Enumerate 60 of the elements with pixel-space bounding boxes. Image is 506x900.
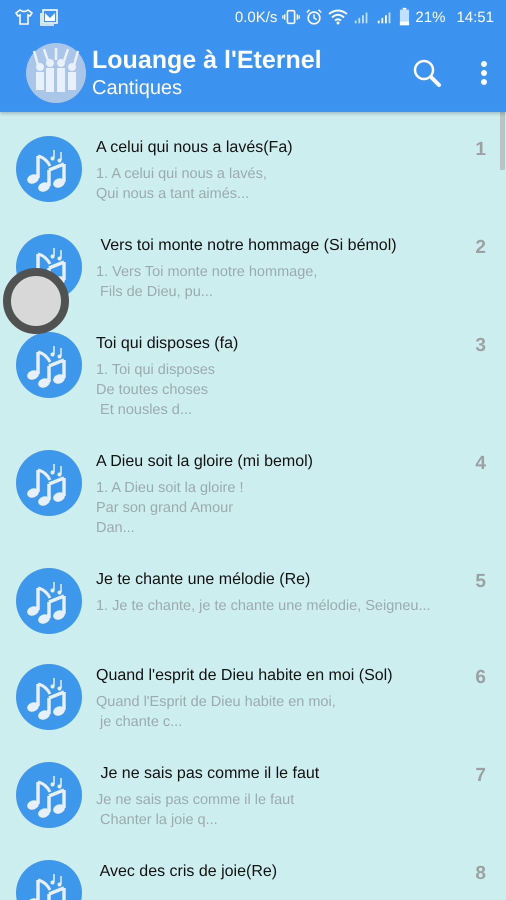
song-number: 1 [475,139,486,161]
song-number: 2 [475,237,486,259]
lyrics-preview: 1. Je te chante, je te chante une mélodie, Seigneu... [96,597,432,616]
gallery-icon [39,7,59,27]
song-title: Quand l'esprit de Dieu habite en moi (Sol) [96,666,394,685]
music-note-icon [16,762,82,828]
lyrics-preview: Et nousles d... [99,401,193,420]
song-title: Vers toi monte notre hommage (Si bémol) [99,236,398,255]
battery-percent: 21% [415,8,446,26]
song-title: Je ne sais pas comme il le faut [99,764,320,783]
lyrics-preview: Je ne sais pas comme il le faut [96,791,296,810]
clock: 14:51 [456,8,494,26]
lyrics-preview: Qui nous a tant aimés... [96,185,250,204]
song-item[interactable]: Quand l'esprit de Dieu habite en moi (Sol) Quand l'Esprit de Dieu habite en moi, je chante c... 6 [0,642,506,740]
shirt-icon [14,7,34,27]
search-icon [412,58,442,88]
lyrics-preview: De toutes choses [96,381,210,400]
lyrics-preview: 1. Toi qui disposes [96,361,216,380]
lyrics-preview: Par son grand Amour [96,499,234,518]
song-item[interactable]: A celui qui nous a lavés(Fa) 1. A celui qui nous a lavés, Qui nous a tant aimés... 1 [0,114,506,212]
lyrics-preview: Dan... [96,519,136,538]
song-item[interactable]: Toi qui disposes (fa) 1. Toi qui disposes De toutes choses Et nousles d... 3 [0,310,506,428]
lyrics-preview: je chante c... [98,713,184,732]
music-note-icon [16,450,82,516]
wifi-icon [328,9,348,25]
song-item[interactable]: A Dieu soit la gloire (mi bemol) 1. A Dieu soit la gloire ! Par son grand Amour Dan... 4 [0,428,506,546]
touch-indicator [3,268,69,334]
music-note-icon [16,332,82,398]
song-number: 7 [475,765,486,787]
song-title: A celui qui nous a lavés(Fa) [96,138,294,157]
song-number: 8 [475,863,486,885]
song-item[interactable]: Je te chante une mélodie (Re) 1. Je te chante, je te chante une mélodie, Seigneu... 5 [0,546,506,642]
lyrics-preview: 1. A Dieu soit la gloire ! [96,479,244,498]
song-number: 3 [475,335,486,357]
network-speed: 0.0K/s [234,8,278,26]
lyrics-preview: Quand l'Esprit de Dieu habite en moi, [96,693,337,712]
song-title: Je te chante une mélodie (Re) [96,570,312,589]
song-item[interactable]: Avec des cris de joie(Re) 8 [0,838,506,900]
music-note-icon [16,568,82,634]
song-title: A Dieu soit la gloire (mi bemol) [96,452,314,471]
song-number: 4 [475,453,486,475]
alarm-icon [305,8,324,26]
lyrics-preview: 1. Vers Toi monte notre hommage, [96,263,318,282]
more-icon [480,60,488,86]
music-note-icon [16,136,82,202]
music-note-icon [16,664,82,730]
choir-logo-icon [26,43,86,103]
song-number: 6 [475,667,486,689]
song-item[interactable]: Je ne sais pas comme il le faut Je ne sais pas comme il le faut Chanter la joie q... 7 [0,740,506,838]
scrollbar [500,112,505,170]
app-subtitle: Cantiques [92,77,184,100]
vibrate-icon [282,8,300,26]
lyrics-preview: Chanter la joie q... [99,811,219,830]
lyrics-preview: Fils de Dieu, pu... [99,283,214,302]
battery-icon [399,7,410,27]
song-title: Toi qui disposes (fa) [96,334,240,353]
song-title: Avec des cris de joie(Re) [98,862,278,881]
app-title: Louange à l'Eternel [92,46,323,75]
song-number: 5 [475,571,486,593]
lyrics-preview: 1. A celui qui nous a lavés, [96,165,268,184]
